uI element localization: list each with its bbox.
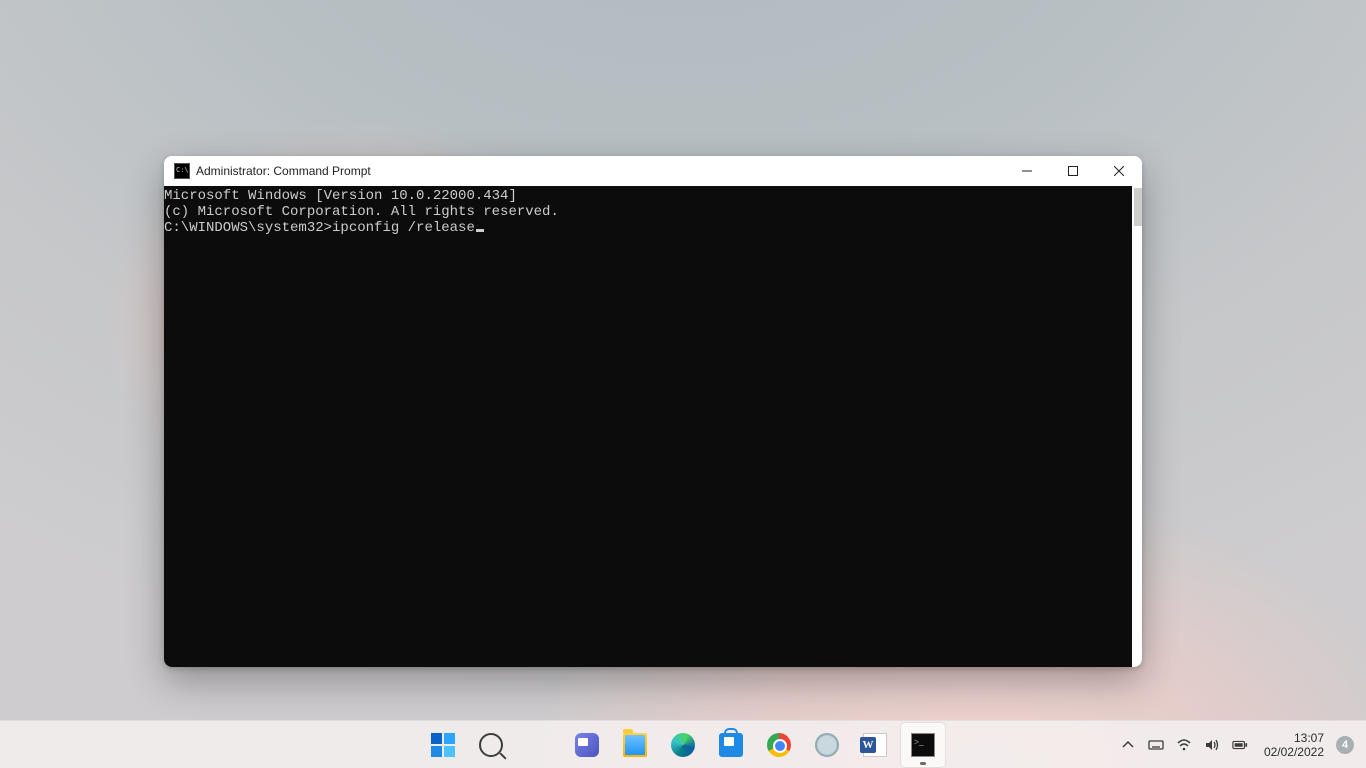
edge-button[interactable] <box>661 723 705 767</box>
text-cursor <box>476 229 484 232</box>
window-controls <box>1004 156 1142 186</box>
search-button[interactable] <box>469 723 513 767</box>
minimize-button[interactable] <box>1004 156 1050 186</box>
console-area[interactable]: Microsoft Windows [Version 10.0.22000.43… <box>164 186 1142 667</box>
command-prompt-window[interactable]: Administrator: Command Prompt Microsoft … <box>164 156 1142 667</box>
cmd-task-icon <box>911 733 935 757</box>
clock[interactable]: 13:07 02/02/2022 <box>1258 731 1330 759</box>
microsoft-store-button[interactable] <box>709 723 753 767</box>
start-button[interactable] <box>421 723 465 767</box>
folder-icon <box>623 733 647 757</box>
settings-app-button[interactable] <box>805 723 849 767</box>
cmd-icon <box>174 163 190 179</box>
chat-button[interactable] <box>565 723 609 767</box>
desktop[interactable]: Administrator: Command Prompt Microsoft … <box>0 0 1366 768</box>
close-button[interactable] <box>1096 156 1142 186</box>
console-line: (c) Microsoft Corporation. All rights re… <box>164 204 1142 220</box>
chat-icon <box>575 733 599 757</box>
maximize-button[interactable] <box>1050 156 1096 186</box>
scrollbar-thumb[interactable] <box>1134 188 1142 226</box>
edge-icon <box>671 733 695 757</box>
prompt-text: C:\WINDOWS\system32> <box>164 220 332 236</box>
file-explorer-button[interactable] <box>613 723 657 767</box>
notif-count: 4 <box>1342 739 1348 751</box>
volume-icon[interactable] <box>1204 737 1220 753</box>
titlebar[interactable]: Administrator: Command Prompt <box>164 156 1142 186</box>
windows-logo-icon <box>431 733 455 757</box>
command-prompt-task-button[interactable] <box>901 723 945 767</box>
word-button[interactable] <box>853 723 897 767</box>
chrome-icon <box>767 733 791 757</box>
gear-icon <box>815 733 839 757</box>
system-tray: 13:07 02/02/2022 4 <box>1112 721 1366 768</box>
command-text: ipconfig /release <box>332 220 475 236</box>
word-icon <box>863 733 887 757</box>
store-icon <box>719 733 743 757</box>
tray-icon-group[interactable] <box>1112 737 1256 753</box>
wifi-icon[interactable] <box>1176 737 1192 753</box>
taskbar-center <box>421 721 945 768</box>
console-prompt-line: C:\WINDOWS\system32>ipconfig /release <box>164 220 1142 236</box>
task-view-icon <box>527 733 551 757</box>
taskbar: 13:07 02/02/2022 4 <box>0 720 1366 768</box>
task-view-button[interactable] <box>517 723 561 767</box>
console-line: Microsoft Windows [Version 10.0.22000.43… <box>164 188 1142 204</box>
scrollbar-track[interactable] <box>1132 186 1142 667</box>
chrome-button[interactable] <box>757 723 801 767</box>
keyboard-icon[interactable] <box>1148 737 1164 753</box>
battery-icon[interactable] <box>1232 737 1248 753</box>
chevron-up-icon[interactable] <box>1120 737 1136 753</box>
time-text: 13:07 <box>1294 731 1324 745</box>
notifications-badge[interactable]: 4 <box>1336 736 1354 754</box>
date-text: 02/02/2022 <box>1264 745 1324 759</box>
search-icon <box>479 733 503 757</box>
window-title: Administrator: Command Prompt <box>196 164 371 178</box>
